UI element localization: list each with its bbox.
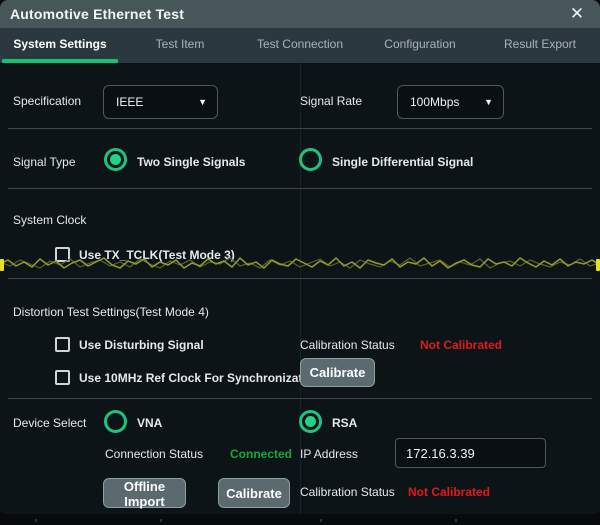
- tab-label: Test Connection: [257, 37, 343, 51]
- ip-address-input[interactable]: [395, 438, 546, 468]
- offline-import-button[interactable]: Offline Import: [103, 478, 186, 508]
- radio-two-single-signals-label: Two Single Signals: [137, 155, 245, 169]
- specification-label: Specification: [13, 94, 81, 108]
- system-settings-panel: Specification IEEE ▼ Signal Rate 100Mbps…: [0, 63, 600, 514]
- tab-label: System Settings: [13, 37, 106, 51]
- radio-dot: [305, 416, 316, 427]
- device-calibration-status-value: Not Calibrated: [408, 485, 490, 499]
- signal-type-label: Signal Type: [13, 155, 76, 169]
- device-calibration-status-label: Calibration Status: [300, 485, 395, 499]
- use-10mhz-refclock-label: Use 10MHz Ref Clock For Synchronization: [79, 371, 320, 385]
- chevron-down-icon: ▼: [198, 97, 207, 107]
- use-disturbing-signal-checkbox[interactable]: [55, 337, 70, 352]
- tab-result-export[interactable]: Result Export: [480, 28, 600, 63]
- radio-single-differential-signal-label: Single Differential Signal: [332, 155, 473, 169]
- tab-label: Test Item: [156, 37, 205, 51]
- device-select-label: Device Select: [13, 416, 86, 430]
- waveform-left-marker: [0, 259, 4, 271]
- section-divider: [8, 278, 592, 279]
- signal-rate-dropdown[interactable]: 100Mbps ▼: [397, 85, 504, 119]
- section-divider: [8, 188, 592, 189]
- device-calibrate-button[interactable]: Calibrate: [218, 478, 290, 508]
- distortion-calibrate-button[interactable]: Calibrate: [300, 358, 375, 387]
- screen-bottom-strip: [0, 514, 600, 525]
- tab-label: Configuration: [384, 37, 455, 51]
- radio-dot: [110, 154, 121, 165]
- waveform-right-marker: [596, 259, 600, 271]
- radio-vna[interactable]: [104, 410, 127, 433]
- specification-dropdown[interactable]: IEEE ▼: [103, 85, 218, 119]
- chevron-down-icon: ▼: [484, 97, 493, 107]
- tab-system-settings[interactable]: System Settings: [0, 28, 120, 63]
- connection-status-label: Connection Status: [105, 447, 203, 461]
- distortion-calibration-status-value: Not Calibrated: [420, 338, 502, 352]
- specification-value: IEEE: [116, 95, 143, 109]
- tab-test-connection[interactable]: Test Connection: [240, 28, 360, 63]
- radio-rsa-label: RSA: [332, 416, 357, 430]
- ip-address-label: IP Address: [300, 447, 358, 461]
- section-divider: [8, 398, 592, 399]
- automotive-ethernet-test-dialog: Automotive Ethernet Test ✕ System Settin…: [0, 0, 600, 514]
- signal-rate-value: 100Mbps: [410, 95, 459, 109]
- system-clock-section-label: System Clock: [13, 213, 86, 227]
- tab-test-item[interactable]: Test Item: [120, 28, 240, 63]
- connection-status-value: Connected: [230, 447, 292, 461]
- section-divider: [8, 128, 592, 129]
- radio-two-single-signals[interactable]: [104, 148, 127, 171]
- dialog-title: Automotive Ethernet Test: [10, 0, 184, 28]
- dialog-titlebar: Automotive Ethernet Test ✕: [0, 0, 600, 28]
- distortion-calibration-status-label: Calibration Status: [300, 338, 395, 352]
- oscilloscope-screen: Automotive Ethernet Test ✕ System Settin…: [0, 0, 600, 525]
- noise-waveform-trace: [0, 255, 600, 273]
- tab-label: Result Export: [504, 37, 576, 51]
- radio-dot: [305, 154, 316, 165]
- radio-dot: [110, 416, 121, 427]
- radio-rsa[interactable]: [299, 410, 322, 433]
- radio-single-differential-signal[interactable]: [299, 148, 322, 171]
- distortion-section-label: Distortion Test Settings(Test Mode 4): [13, 305, 209, 319]
- use-disturbing-signal-label: Use Disturbing Signal: [79, 338, 204, 352]
- tab-bar: System Settings Test Item Test Connectio…: [0, 28, 600, 63]
- radio-vna-label: VNA: [137, 416, 162, 430]
- close-icon[interactable]: ✕: [562, 0, 592, 28]
- signal-rate-label: Signal Rate: [300, 94, 362, 108]
- tab-configuration[interactable]: Configuration: [360, 28, 480, 63]
- use-10mhz-refclock-checkbox[interactable]: [55, 370, 70, 385]
